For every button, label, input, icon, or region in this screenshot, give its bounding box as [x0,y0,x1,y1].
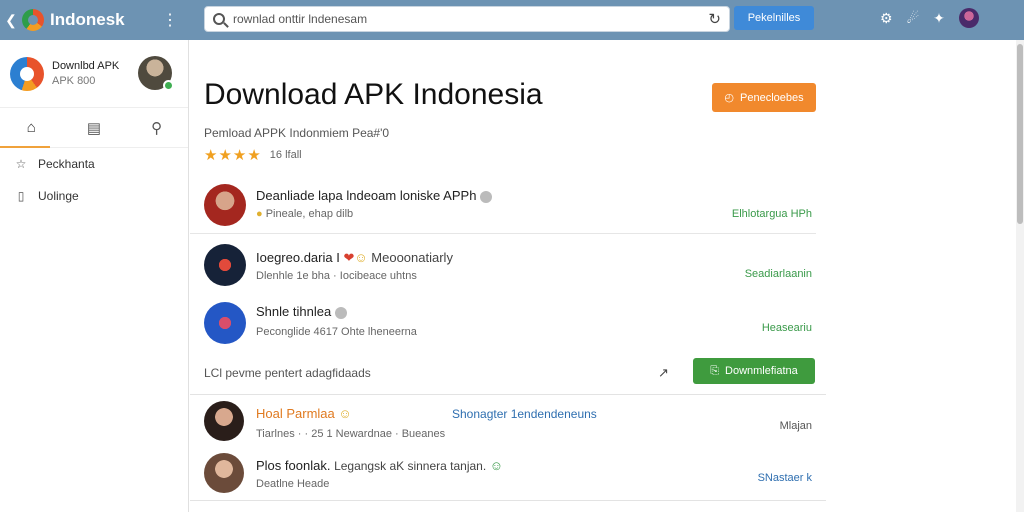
item-title: Deanliade lapa lndeoam loniske APPh [256,188,493,203]
sidebar-item-label: Uolinge [38,189,79,203]
heart-icon: ❤ [343,250,355,265]
topbar-action-button[interactable]: Pekelnilles [734,6,814,30]
search-icon [213,13,225,25]
download-button[interactable]: ⎘ Downmlefiatna [693,358,815,384]
primary-action-label: Penecloebes [740,91,804,104]
search-bar: ↻ [204,6,730,32]
item-subtitle: Dlenhle 1e bha · Iocibeace uhtns [256,270,417,282]
item-meta[interactable]: Heaseariu [762,322,812,334]
twitter-icon[interactable]: ✦ [933,10,945,27]
divider [190,233,816,234]
rating-stars: ★★★★ [204,147,262,164]
item-meta[interactable]: Seadiarlaanin [745,268,812,280]
item-avatar [204,302,246,344]
list-item[interactable]: Deanliade lapa lndeoam loniske APPh ● Pi… [190,178,830,234]
search-input[interactable] [233,12,703,26]
app-name: Downlbd APK [52,59,120,72]
item-title: Shnle tihnlea [256,304,348,319]
settings-icon[interactable]: ⚙ [880,10,893,27]
device-icon: ▯ [17,189,25,203]
home-icon[interactable]: ⌂ [0,119,63,136]
download-icon: ⎘ [710,364,720,377]
item-title: Ioegreo.daria I ❤☺ Meooonatiarly [256,250,453,265]
list-item[interactable]: Ioegreo.daria I ❤☺ Meooonatiarly Dlenhle… [190,238,830,294]
commenter-avatar [204,401,244,441]
star-icon: ☆ [15,157,27,171]
divider [190,394,826,395]
notifications-icon[interactable]: ☄ [907,10,920,27]
more-vert-icon[interactable]: ⋮ [162,10,178,30]
sidebar: Downlbd APK APK 800 ⌂ ▤ ⚲ ☆ Peckhanta ▯ … [0,40,189,512]
item-meta[interactable]: Elhlotargua HPh [732,208,812,220]
main-content: Download APK Indonesia ◴ Penecloebes Pem… [190,40,1016,512]
commenter-name: Hoal Parmlaa ☺ [256,406,352,421]
brand-logo[interactable] [22,9,44,31]
comment-item[interactable]: Plos foonlak. Legangsk aK sinnera tanjan… [190,450,830,506]
app-profile: Downlbd APK APK 800 [0,40,188,108]
app-subtitle: APK 800 [52,74,96,87]
sidebar-item-0[interactable]: ☆ Peckhanta [0,148,188,180]
rating: ★★★★ 16 lfall [204,146,302,164]
rating-count: 16 lfall [269,149,302,161]
refresh-icon[interactable]: ↻ [708,10,721,28]
comment-tag[interactable]: Shonagter 1endendeneuns [452,407,597,421]
share-icon[interactable]: ↗ [658,365,669,381]
verified-icon [335,306,348,319]
verified-icon [480,190,493,203]
download-button-label: Downmlefiatna [725,365,798,377]
sidebar-item-label: Peckhanta [38,157,95,171]
item-subtitle: Peconglide 4617 Ohte lheneerna [256,326,417,338]
item-avatar [204,184,246,226]
page-subtitle: Pemload APPK Indonmiem Pea#'0 [204,126,390,140]
list-item[interactable]: Shnle tihnlea Peconglide 4617 Ohte lhene… [190,296,830,352]
comment-subtitle: Tiarlnes · · 25 1 Newardnae · Bueanes [256,428,446,440]
emoji-icon: ☺ [489,458,504,473]
app-logo [10,56,44,91]
brand-name[interactable]: Indonesk [50,10,125,30]
availability-text: LCl pevme pentert adagfidaads [204,366,371,380]
item-subtitle: ● Pineale, ehap dilb [256,208,354,220]
active-tab-indicator [0,146,50,148]
calendar-icon[interactable]: ▤ [63,119,126,137]
comment-subtitle: Deatlne Heade [256,478,330,490]
online-status-dot [163,80,174,91]
scroll-thumb[interactable] [1017,44,1023,224]
comment-item[interactable]: Hoal Parmlaa ☺ Shonagter 1endendeneuns T… [190,398,830,454]
clock-icon: ◴ [724,92,734,104]
item-avatar [204,244,246,286]
page-title: Download APK Indonesia [204,78,543,111]
back-icon[interactable]: ❮ [0,12,22,29]
emoji-icon: ☺ [354,250,368,265]
coin-icon: ● [256,208,263,220]
brand-area: ❮ Indonesk ⋮ [0,0,188,40]
divider [190,500,826,501]
topbar-icons: ⚙ ☄ ✦ [880,8,979,28]
sidebar-item-1[interactable]: ▯ Uolinge [0,180,188,212]
scrollbar[interactable] [1016,40,1024,512]
comment-meta[interactable]: Mlajan [780,420,812,432]
commenter-avatar [204,453,244,493]
search-tab-icon[interactable]: ⚲ [125,119,188,137]
user-avatar[interactable] [958,8,979,28]
comment-meta[interactable]: SNastaer k [758,472,812,484]
emoji-icon: ☺ [338,406,352,421]
comment-body: Plos foonlak. Legangsk aK sinnera tanjan… [256,458,504,473]
sidebar-tabs: ⌂ ▤ ⚲ [0,108,188,148]
primary-action-button[interactable]: ◴ Penecloebes [712,83,816,112]
top-bar: ❮ Indonesk ⋮ ↻ Pekelnilles ⚙ ☄ ✦ [0,0,1024,40]
